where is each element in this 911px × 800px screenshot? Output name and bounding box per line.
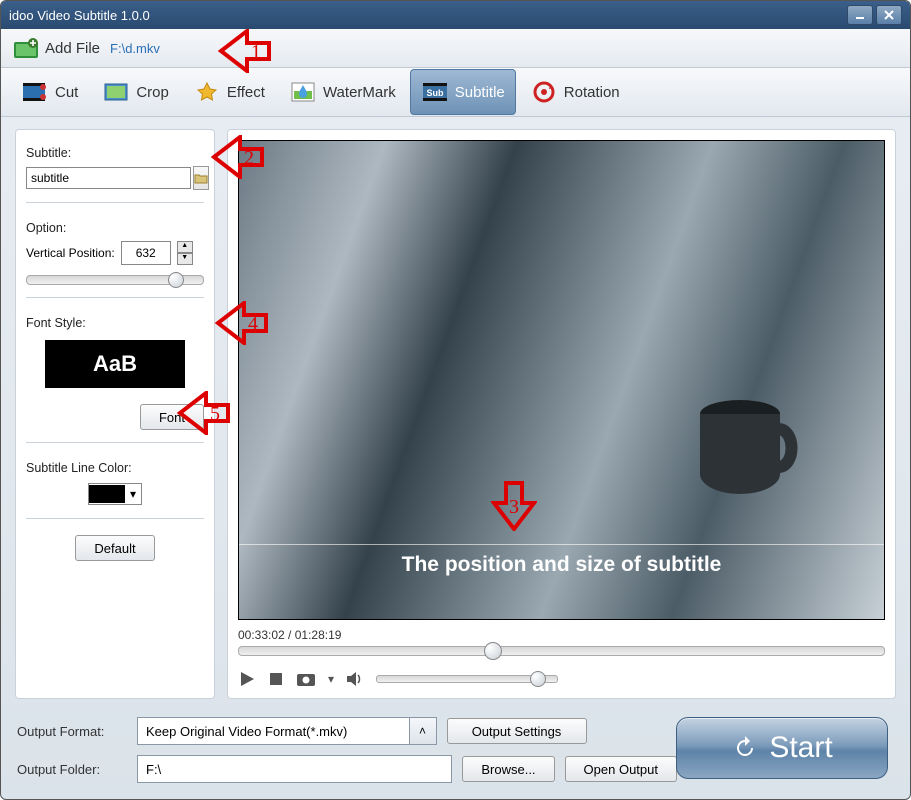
font-style-label: Font Style: [26, 316, 204, 330]
browse-subtitle-button[interactable] [193, 166, 209, 190]
annotation-arrow-1: 1 [217, 29, 271, 73]
tab-crop[interactable]: Crop [92, 70, 179, 114]
output-bar: Output Format: ˄ Output Settings Start O… [1, 707, 910, 799]
crop-icon [102, 79, 130, 105]
chevron-up-icon[interactable]: ˄ [409, 718, 436, 744]
start-button[interactable]: Start [676, 717, 888, 779]
browse-folder-button[interactable]: Browse... [462, 756, 554, 782]
watermark-icon [289, 79, 317, 105]
annotation-arrow-3: 3 [491, 481, 537, 531]
open-output-button[interactable]: Open Output [565, 756, 677, 782]
window-title: idoo Video Subtitle 1.0.0 [9, 8, 847, 23]
chevron-down-icon: ▾ [125, 487, 141, 501]
tab-subtitle[interactable]: Sub Subtitle [410, 69, 516, 115]
vpos-spin-down[interactable]: ▼ [177, 253, 193, 265]
subtitle-icon: Sub [421, 79, 449, 105]
vertical-position-input[interactable] [121, 241, 171, 265]
play-button[interactable] [238, 670, 256, 688]
annotation-arrow-4: 4 [214, 301, 268, 345]
titlebar: idoo Video Subtitle 1.0.0 [1, 1, 910, 29]
vertical-position-label: Vertical Position: [26, 246, 115, 260]
volume-icon[interactable] [346, 671, 364, 687]
video-content-mug [670, 374, 820, 514]
color-preview [89, 485, 125, 503]
tab-effect[interactable]: Effect [183, 70, 275, 114]
video-preview: The position and size of subtitle 3 [238, 140, 885, 620]
output-folder-label: Output Folder: [17, 762, 127, 777]
tab-cut[interactable]: Cut [11, 70, 88, 114]
option-label: Option: [26, 221, 204, 235]
add-file-icon [13, 37, 39, 59]
svg-text:Sub: Sub [426, 88, 444, 98]
folder-icon [194, 172, 208, 184]
output-format-combo[interactable]: ˄ [137, 717, 437, 745]
time-total: 01:28:19 [295, 628, 342, 642]
refresh-icon [731, 734, 759, 762]
cut-icon [21, 79, 49, 105]
output-settings-button[interactable]: Output Settings [447, 718, 587, 744]
output-format-label: Output Format: [17, 724, 127, 739]
subtitle-line-color-label: Subtitle Line Color: [26, 461, 204, 475]
default-button[interactable]: Default [75, 535, 154, 561]
subtitle-file-input[interactable] [26, 167, 191, 189]
main-toolbar: Cut Crop Effect WaterMark Sub Subtitle R… [1, 68, 910, 117]
subtitle-file-label: Subtitle: [26, 146, 204, 160]
add-file-label: Add File [45, 40, 100, 57]
font-preview: AaB [45, 340, 185, 388]
effect-icon [193, 79, 221, 105]
tab-watermark[interactable]: WaterMark [279, 70, 406, 114]
svg-text:2: 2 [244, 147, 254, 169]
svg-text:3: 3 [509, 496, 519, 518]
volume-slider[interactable] [376, 675, 558, 683]
output-folder-input[interactable] [138, 756, 451, 782]
player-controls: ▾ [238, 670, 885, 688]
vertical-position-slider[interactable] [26, 275, 204, 285]
stop-button[interactable] [268, 671, 284, 687]
snapshot-button[interactable] [296, 671, 316, 687]
close-button[interactable] [876, 5, 902, 25]
vpos-spin-up[interactable]: ▲ [177, 241, 193, 253]
seek-slider[interactable] [238, 646, 885, 656]
svg-text:1: 1 [251, 41, 261, 63]
svg-text:5: 5 [210, 403, 220, 425]
tab-rotation[interactable]: Rotation [520, 70, 630, 114]
subtitle-line-color-picker[interactable]: ▾ [88, 483, 142, 505]
add-file-bar: Add File F:\d.mkv [1, 29, 910, 68]
video-preview-panel: The position and size of subtitle 3 00:3… [227, 129, 896, 699]
svg-text:4: 4 [248, 313, 258, 335]
output-format-value[interactable] [138, 718, 409, 744]
rotation-icon [530, 79, 558, 105]
content-area: Subtitle: Option: Vertical Position: ▲ ▼ [1, 117, 910, 707]
subtitle-overlay-text: The position and size of subtitle [239, 553, 884, 577]
annotation-arrow-5: 5 [176, 391, 230, 435]
snapshot-menu[interactable]: ▾ [328, 672, 334, 686]
output-folder-field [137, 755, 452, 783]
time-current: 00:33:02 [238, 628, 285, 642]
playback-time: 00:33:02 / 01:28:19 [238, 628, 885, 642]
loaded-file-path: F:\d.mkv [110, 41, 160, 56]
annotation-arrow-2: 2 [210, 135, 264, 179]
minimize-button[interactable] [847, 5, 873, 25]
subtitle-position-line [239, 544, 884, 545]
add-file-button[interactable]: Add File [13, 37, 100, 59]
app-window: idoo Video Subtitle 1.0.0 Add File F:\d.… [0, 0, 911, 800]
